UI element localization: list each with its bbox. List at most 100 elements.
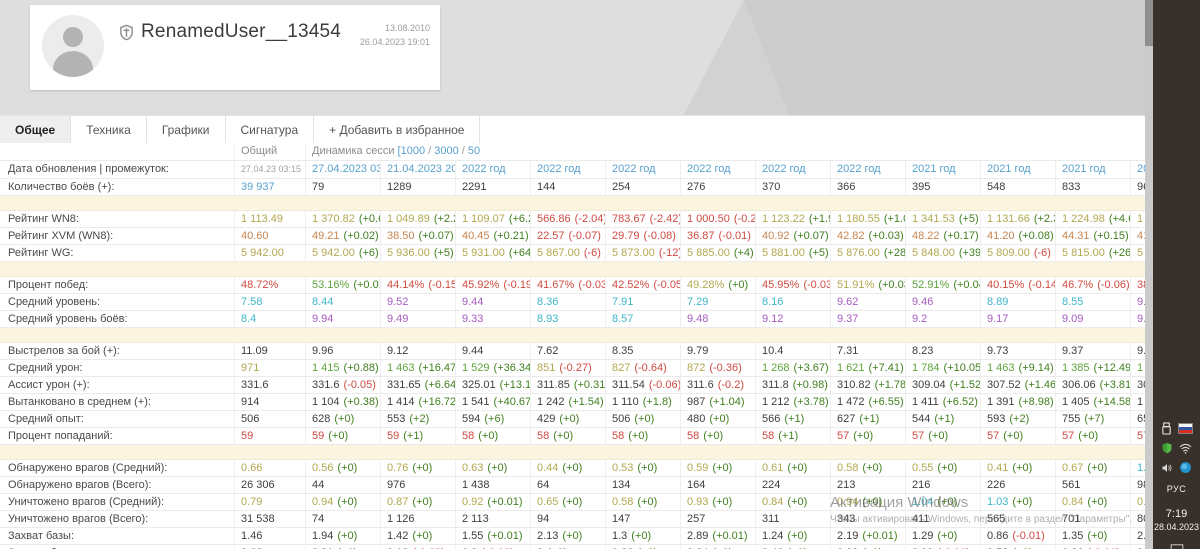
app-icon[interactable] (1179, 461, 1192, 474)
stat-delta: (+1.8) (642, 396, 672, 408)
stat-value: 22.57 (537, 230, 565, 242)
stat-delta: (+0) (1078, 430, 1099, 442)
stat-cell: 29.79 (-0.08) (605, 228, 680, 244)
stat-cell: 548 (980, 179, 1055, 195)
column-header[interactable]: 2021 год (905, 161, 980, 178)
stat-cell: 976 (380, 477, 455, 493)
tab-3[interactable]: Сигнатура (226, 116, 315, 144)
stat-value: 480 (687, 413, 706, 425)
stat-row: Рейтинг WN8:1 113.491 370.82(+0.66)1 049… (0, 211, 1145, 228)
dynamics-link-1000[interactable]: [1000 (398, 145, 426, 157)
stat-value: 41.67% (537, 279, 575, 291)
column-header[interactable]: 2022 год (605, 161, 680, 178)
column-header[interactable]: 2021 год (980, 161, 1055, 178)
stat-cell: 164 (680, 477, 755, 493)
stat-delta: (+0) (709, 413, 730, 425)
tab-1[interactable]: Техника (71, 116, 147, 144)
stat-cell: 2.19 (+0.01) (830, 528, 905, 544)
stat-value: 8.4 (241, 313, 257, 325)
stat-delta: (+16.47) (418, 362, 455, 374)
usb-icon[interactable] (1161, 422, 1172, 435)
tab-2[interactable]: Графики (147, 116, 226, 144)
row-label: Уничтожено врагов (Всего): (8, 513, 149, 525)
stat-cell: 0.92 (+0.01) (455, 494, 530, 510)
scrollbar-thumb[interactable] (1145, 0, 1153, 46)
stat-cell: 971 (234, 360, 305, 376)
stat-cell: 46.7% (-0.06) (1055, 277, 1130, 293)
language-indicator[interactable]: РУС (1167, 484, 1187, 494)
column-header[interactable]: 2022 год (530, 161, 605, 178)
wifi-icon[interactable] (1179, 443, 1192, 454)
stat-value: 1 126 (387, 513, 415, 525)
stat-delta: (+1) (784, 413, 805, 425)
column-header[interactable]: 2022 год (755, 161, 830, 178)
stat-value: 1 541 (462, 396, 490, 408)
stat-cell: 31 538 (234, 511, 305, 527)
stat-value: 44.31 (1062, 230, 1090, 242)
clock-time[interactable]: 7:19 (1154, 508, 1199, 521)
stat-cell: 9.49 (380, 311, 455, 327)
tab-4[interactable]: + Добавить в избранное (314, 116, 481, 144)
defender-icon[interactable] (1161, 442, 1173, 454)
column-header[interactable]: 27.04.2023 03:15 (305, 161, 380, 178)
dynamics-link-50[interactable]: 50 (468, 145, 480, 157)
stat-cell: 9.37 (1055, 343, 1130, 359)
stat-value: 0.79 (241, 496, 263, 508)
stat-delta: (+14.58) (1093, 396, 1130, 408)
stat-value: 1.55 (462, 530, 484, 542)
stat-delta: (+0) (862, 462, 883, 474)
stat-value: 9.12 (762, 313, 784, 325)
stat-value: 31 538 (241, 513, 275, 525)
stat-value: 1 268 (762, 362, 790, 374)
stat-cell: 1 180.55(+1.03) (830, 211, 905, 227)
stat-delta: (-0.08) (643, 230, 676, 242)
stat-value: 226 (987, 479, 1006, 491)
row-label: Вытанковано в среднем (+): (8, 396, 151, 408)
stat-delta: (+0) (637, 462, 658, 474)
stat-delta: (-0.15) (428, 279, 455, 291)
ru-flag-icon[interactable] (1177, 423, 1193, 434)
row-label: Процент побед: (8, 279, 89, 291)
stat-value[interactable]: 39 937 (241, 181, 275, 193)
stat-cell: 395 (905, 179, 980, 195)
stat-delta: (+0.88) (343, 362, 379, 374)
stat-value: 5 942.00 (312, 247, 355, 259)
volume-icon[interactable] (1161, 462, 1173, 474)
stat-cell: 1 000.50(-0.26) (680, 211, 755, 227)
stat-value: 325.01 (462, 379, 496, 391)
stat-cell: 44.31 (+0.15) (1055, 228, 1130, 244)
stat-value: 311.8 (762, 379, 789, 391)
column-header[interactable]: 202 (1130, 161, 1145, 178)
stat-cell[interactable]: 39 937 (234, 179, 305, 195)
column-header[interactable]: 2022 год (830, 161, 905, 178)
vertical-scrollbar[interactable] (1145, 0, 1153, 549)
stat-cell: 0.44 (+0) (530, 460, 605, 476)
stat-value: 40.15% (987, 279, 1025, 291)
stat-cell: 544 (+1) (905, 411, 980, 427)
stat-cell: 49.21 (+0.02) (305, 228, 380, 244)
stat-value: 1 414 (387, 396, 415, 408)
dynamics-link-3000[interactable]: 3000 (434, 145, 458, 157)
stat-value: 1 405 (1062, 396, 1090, 408)
column-header[interactable]: 2022 год (455, 161, 530, 178)
column-header[interactable]: 21.04.2023 20:37 (380, 161, 455, 178)
stat-delta: (+0) (862, 496, 883, 508)
stat-cell: 45.95%(-0.03) (755, 277, 830, 293)
stat-value: 9.17 (987, 313, 1009, 325)
stat-cell: 1.02 (1130, 460, 1145, 476)
column-header[interactable]: 2022 год (680, 161, 755, 178)
column-header[interactable]: 2021 год (1055, 161, 1130, 178)
stat-value: 0.58 (612, 496, 634, 508)
stat-value: 59 (241, 430, 254, 442)
stat-value: 9.73 (987, 345, 1009, 357)
clock-date[interactable]: 28.04.2023 (1154, 521, 1199, 533)
stat-value: 9.33 (462, 313, 484, 325)
stat-value: 9.62 (837, 296, 859, 308)
stat-cell: 9.44 (455, 343, 530, 359)
tab-0[interactable]: Общее (0, 116, 72, 144)
stat-cell: 1 415 (+0.88) (305, 360, 380, 376)
row-label: Средний уровень: (8, 296, 101, 308)
notification-icon[interactable] (1170, 543, 1184, 549)
stat-cell: 311.85(+0.31) (530, 377, 605, 393)
stat-value: 9.09 (1062, 313, 1084, 325)
